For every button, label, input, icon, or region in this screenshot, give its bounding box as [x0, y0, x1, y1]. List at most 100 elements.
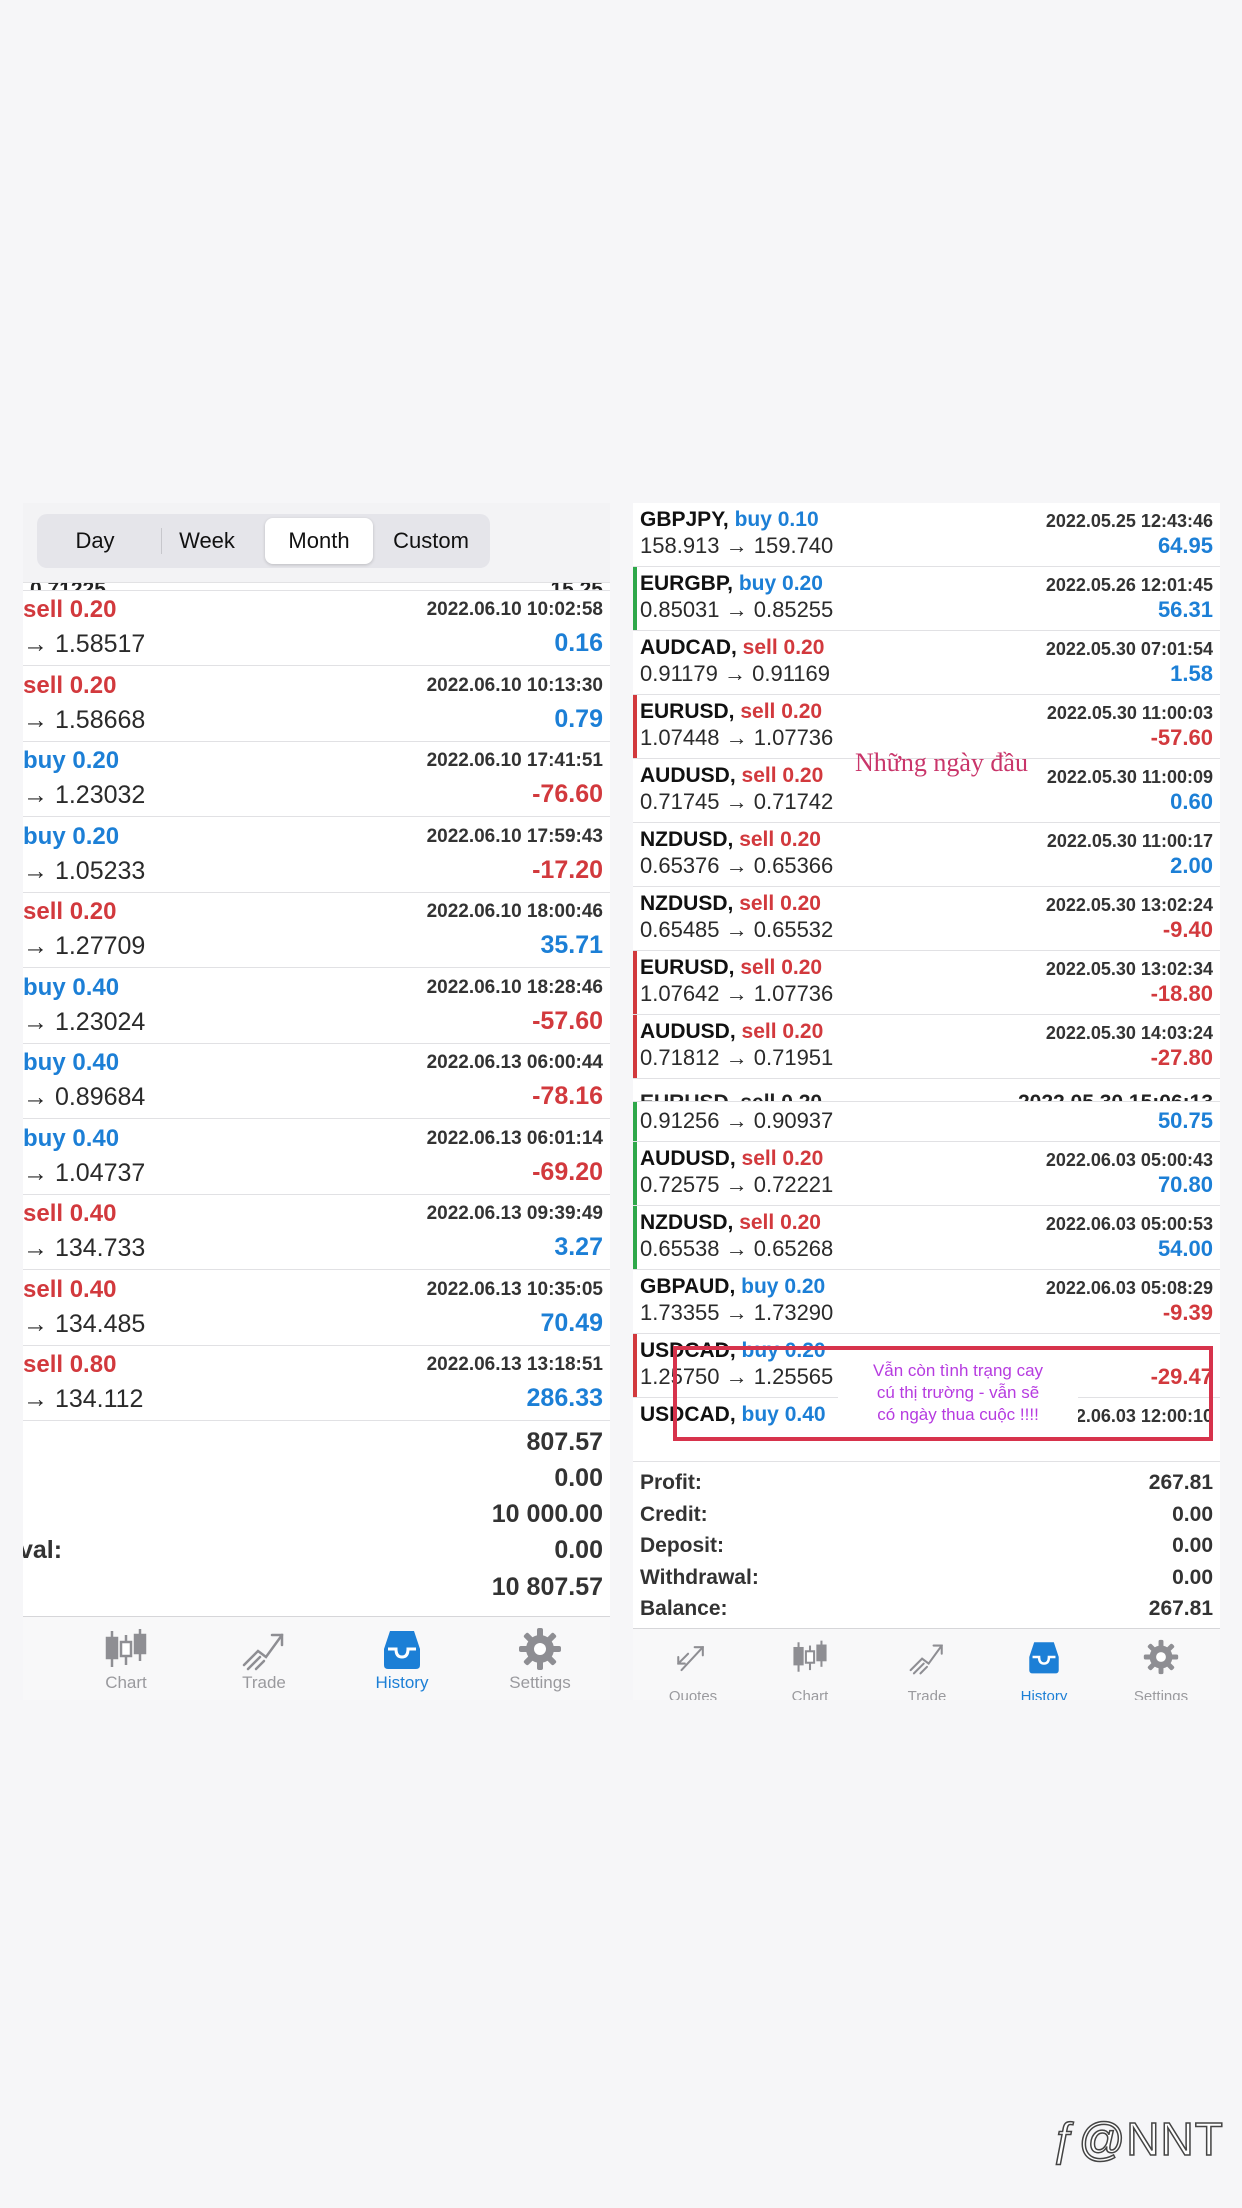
trade-side-lot: sell 0.20 [23, 898, 116, 926]
trade-profit: 70.49 [540, 1308, 603, 1337]
summary-withdrawal-value: 0.00 [554, 1536, 603, 1564]
history-row[interactable]: sell 0.20 2022.06.10 10:13:30 → 1.58668 0.7… [23, 666, 610, 742]
trade-time: 2022.05.30 11:00:09 [1046, 767, 1213, 787]
summary-profit: 807.57 [23, 1428, 610, 1460]
history-row[interactable]: sell 0.40 2022.06.13 10:35:05 → 134.485 70.… [23, 1270, 610, 1346]
trade-side: sell [739, 892, 775, 915]
summary-value: 0.00 [1172, 1534, 1213, 1557]
history-row[interactable]: GBPAUD, buy 0.20 2022.06.03 05:08:29 1.733… [633, 1270, 1220, 1334]
trade-symbol: EURUSD, [640, 700, 735, 723]
trade-prices: → 1.27709 [23, 932, 146, 960]
filter-week-button[interactable]: Week [153, 518, 261, 564]
history-row[interactable]: sell 0.20 2022.06.10 18:00:46 → 1.27709 35.… [23, 893, 610, 968]
bottom-tab-bar: Chart Trade History Settings [23, 1616, 610, 1700]
filter-day-button[interactable]: Day [41, 518, 149, 564]
trade-prices: → 1.23024 [23, 1007, 146, 1036]
watermark-logo: ƒ@NNT [1051, 2112, 1224, 2166]
trade-prices: → 1.05233 [23, 856, 146, 885]
history-row[interactable]: GBPJPY, buy 0.10 2022.05.25 12:43:46 158.9… [633, 503, 1220, 567]
history-row[interactable]: 0.91256 → 0.90937 50.75 [633, 1102, 1220, 1142]
summary-line: Balance: 267.81 [633, 1595, 1220, 1627]
summary-deposit: 10 000.00 [23, 1500, 610, 1532]
history-row[interactable]: AUDCAD, sell 0.20 2022.05.30 07:01:54 0.91… [633, 631, 1220, 695]
trade-profit: 50.75 [1157, 1108, 1213, 1133]
history-row[interactable]: EURGBP, buy 0.20 2022.05.26 12:01:45 0.850… [633, 567, 1220, 631]
trade-side: buy [23, 1124, 66, 1152]
trade-prices: 1.07448 → 1.07736 [640, 725, 834, 750]
tab-chart[interactable]: Chart [760, 1635, 860, 1700]
trade-profit: 3.27 [554, 1233, 603, 1261]
cutoff-text: EURUSD, sell 0.20 [640, 1091, 822, 1101]
tab-history[interactable]: History [352, 1623, 452, 1695]
annotation-note-line: Vẫn còn tình trạng cay [872, 1361, 1044, 1380]
filter-custom-button[interactable]: Custom [377, 518, 485, 564]
trade-prices: 1.07642 → 1.07736 [640, 981, 834, 1006]
history-row[interactable]: buy 0.40 2022.06.13 06:01:14 → 1.04737 -69.… [23, 1119, 610, 1195]
tab-history[interactable]: History [994, 1635, 1094, 1700]
trade-time: 2022.05.30 07:01:54 [1045, 639, 1213, 659]
tab-settings[interactable]: Settings [1111, 1635, 1211, 1700]
summary-value: 0.00 [1172, 1565, 1213, 1589]
trend-up-icon [909, 1644, 943, 1675]
history-row[interactable]: sell 0.40 2022.06.13 09:39:49 → 134.733 3.2… [23, 1195, 610, 1270]
inbox-history-icon [1029, 1642, 1059, 1674]
trend-up-icon [242, 1633, 284, 1671]
trade-side: buy [23, 747, 66, 774]
trade-side: sell [739, 828, 775, 851]
history-row[interactable]: buy 0.40 2022.06.13 06:00:44 → 0.89684 -78.… [23, 1044, 610, 1119]
trade-prices: → 1.58517 [23, 630, 146, 658]
trade-symbol-line: AUDUSD, sell 0.20 [640, 764, 823, 788]
tab-trade-label: Trade [242, 1673, 286, 1692]
tab-settings-label: Settings [1133, 1688, 1189, 1700]
trade-lot: 0.20 [780, 1211, 821, 1234]
history-row[interactable]: EURUSD, sell 0.20 2022.05.30 13:02:34 1.07… [633, 951, 1220, 1015]
trade-side-lot: sell 0.20 [23, 596, 116, 624]
trade-profit: 0.60 [1170, 789, 1213, 814]
trade-lot: 0.20 [782, 1147, 824, 1170]
tab-chart[interactable]: Chart [76, 1623, 176, 1695]
history-row[interactable]: NZDUSD, sell 0.20 2022.05.30 11:00:17 0.65… [633, 823, 1220, 887]
trade-side: sell [739, 1211, 775, 1234]
trade-side-lot: buy 0.40 [23, 1125, 119, 1153]
trade-profit: 2.00 [1170, 853, 1213, 878]
summary-credit: 0.00 [23, 1464, 610, 1496]
annotation-box-note: Vẫn còn tình trạng cay cú thị trường - v… [838, 1360, 1078, 1426]
trade-symbol: GBPAUD, [640, 1275, 736, 1298]
filter-month-button[interactable]: Month [265, 518, 373, 564]
tab-settings[interactable]: Settings [490, 1623, 590, 1695]
summary-profit-value: 807.57 [526, 1428, 603, 1456]
history-row[interactable]: buy 0.20 2022.06.10 17:59:43 → 1.05233 -17.… [23, 817, 610, 893]
history-row[interactable]: buy 0.20 2022.06.10 17:41:51 → 1.23032 -76.… [23, 742, 610, 817]
trade-lot: 0.20 [782, 572, 823, 595]
cutoff-text: 15.25 [550, 583, 603, 590]
trade-side: sell [740, 700, 776, 723]
tab-trade[interactable]: Trade [214, 1623, 314, 1695]
tab-trade[interactable]: Trade [877, 1635, 977, 1700]
summary-line: Credit: 0.00 [633, 1501, 1220, 1533]
summary-line: Deposit: 0.00 [633, 1532, 1220, 1564]
trade-symbol: AUDUSD, [640, 1020, 736, 1043]
trade-space [63, 1200, 70, 1227]
trade-side-lot: buy 0.20 [23, 747, 119, 775]
trade-symbol-line: AUDCAD, sell 0.20 [640, 636, 824, 660]
history-row[interactable]: sell 0.20 2022.06.10 10:02:58 → 1.58517 0.1… [23, 591, 610, 666]
history-row[interactable]: AUDUSD, sell 0.20 2022.06.03 05:00:43 0.72… [633, 1142, 1220, 1206]
tab-history-label: History [375, 1673, 429, 1692]
trade-prices: 0.65485 → 0.65532 [640, 917, 834, 942]
result-marker [633, 1102, 637, 1141]
trade-space [63, 596, 70, 623]
history-row[interactable]: NZDUSD, sell 0.20 2022.05.30 13:02:24 0.65… [633, 887, 1220, 951]
cutoff-text: 0.71225 [30, 583, 106, 590]
history-row[interactable]: NZDUSD, sell 0.20 2022.06.03 05:00:53 0.65… [633, 1206, 1220, 1270]
trade-side-lot: buy 0.40 [23, 1049, 119, 1077]
tab-chart-label: Chart [105, 1673, 147, 1692]
history-row[interactable]: buy 0.40 2022.06.10 18:28:46 → 1.23024 -57.… [23, 968, 610, 1044]
history-row[interactable]: sell 0.80 2022.06.13 13:18:51 → 134.112 286… [23, 1346, 610, 1421]
tab-quotes[interactable]: Quotes [643, 1635, 743, 1700]
history-row[interactable]: AUDUSD, sell 0.20 2022.05.30 14:03:24 0.71… [633, 1015, 1220, 1079]
trade-symbol-line: GBPAUD, buy 0.20 [640, 1275, 825, 1299]
trade-side-lot: sell 0.20 [23, 672, 116, 700]
result-marker [633, 951, 637, 1014]
trade-prices: 158.913 → 159.740 [640, 533, 834, 558]
trade-side-lot: sell 0.40 [23, 1200, 116, 1228]
